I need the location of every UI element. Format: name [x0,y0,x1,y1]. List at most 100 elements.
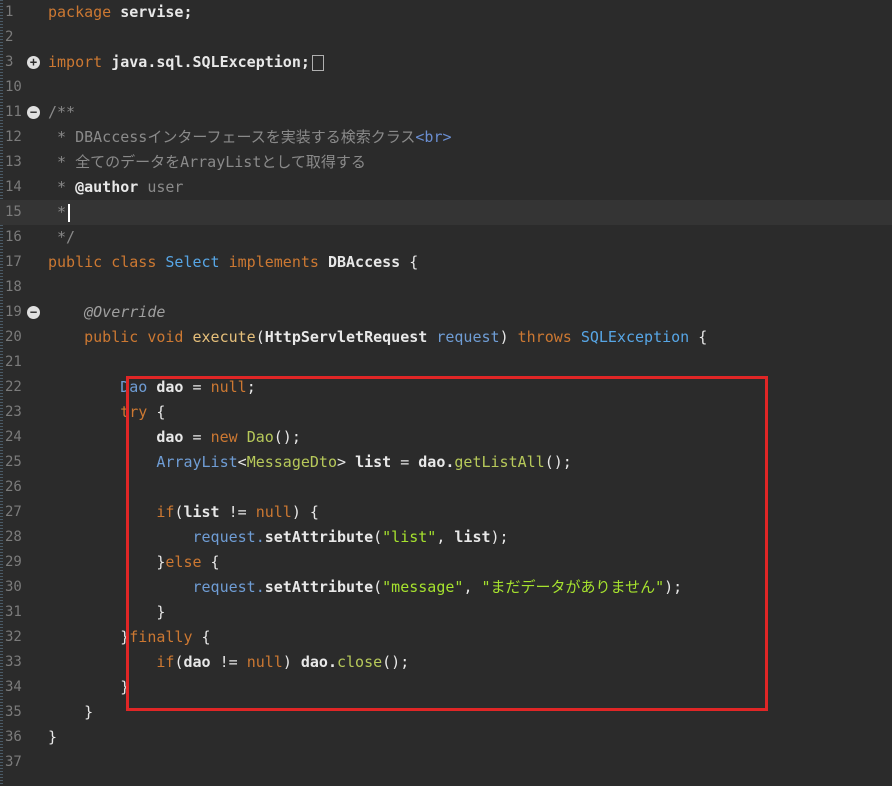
line-number: 27 [5,504,22,520]
code-token: = [183,378,211,396]
text-caret [68,203,71,222]
code-token: setAttribute [264,578,374,596]
code-token: ); [664,578,683,596]
code-line[interactable]: 18 [0,275,892,300]
code-token: if [156,503,175,521]
code-line[interactable]: 20 public void execute(HttpServletReques… [0,325,892,350]
code-line[interactable]: 21 [0,350,892,375]
code-editor[interactable]: 1 package servise; 2 3 + import java.sql.SQLE… [0,0,892,786]
code-token: close [337,653,383,671]
code-line[interactable]: 26 [0,475,892,500]
code-line[interactable]: 17 public class Select implements DBAcces… [0,250,892,275]
code-token: < [237,453,247,471]
line-number: 15 [5,204,22,220]
code-text: } [48,600,165,625]
code-token: dao. [300,653,337,671]
code-text: dao = new Dao(); [48,425,301,450]
code-token: (); [544,453,572,471]
code-line[interactable]: 29 }else { [0,550,892,575]
code-line[interactable]: 22 Dao dao = null; [0,375,892,400]
code-line[interactable]: 36} [0,725,892,750]
line-number: 12 [5,129,22,145]
code-line[interactable]: 15 * [0,200,892,225]
code-token: != [210,653,247,671]
code-token: } [48,553,166,571]
code-token: = [183,428,211,446]
code-token: != [219,503,256,521]
line-gutter: 37 [0,750,44,775]
code-token: ( [373,578,383,596]
code-token: * [48,203,67,221]
code-token: request. [192,528,265,546]
code-text: }else { [48,550,219,575]
code-text: public class Select implements DBAccess … [48,250,418,275]
code-line[interactable]: 37 [0,750,892,775]
line-gutter: 34 [0,675,44,700]
code-line[interactable]: 33 if(dao != null) dao.close(); [0,650,892,675]
code-line[interactable]: 30 request.setAttribute("message", "まだデー… [0,575,892,600]
folded-box-icon[interactable] [311,54,324,71]
code-line[interactable]: 3 + import java.sql.SQLException; [0,50,892,75]
line-number: 13 [5,154,22,170]
code-line[interactable]: 11−/** [0,100,892,125]
line-number: 22 [5,379,22,395]
code-line[interactable]: 35 } [0,700,892,725]
line-gutter: 18 [0,275,44,300]
minus-circle-icon[interactable]: − [27,106,40,119]
code-line[interactable]: 25 ArrayList<MessageDto> list = dao.getL… [0,450,892,475]
code-line[interactable]: 28 request.setAttribute("list", list); [0,525,892,550]
line-gutter: 27 [0,500,44,525]
code-text: request.setAttribute("message", "まだデータがあ… [48,575,683,600]
code-line[interactable]: 23 try { [0,400,892,425]
line-number: 32 [5,629,22,645]
code-text: * [48,200,71,225]
code-text: request.setAttribute("list", list); [48,525,509,550]
code-token: Dao [246,428,274,446]
line-gutter: 16 [0,225,44,250]
code-token: Select [165,253,229,271]
minus-circle-icon[interactable]: − [27,306,40,319]
code-token: */ [48,228,76,246]
code-token: finally [129,628,193,646]
code-token: null [255,503,292,521]
line-number: 29 [5,554,22,570]
plus-circle-icon[interactable]: + [27,56,40,69]
code-token: try [120,403,148,421]
code-token: dao [156,378,184,396]
code-line[interactable]: 16 */ [0,225,892,250]
line-gutter: 22 [0,375,44,400]
code-token: public void [48,328,193,346]
line-gutter: 13 [0,150,44,175]
code-token: (); [382,653,410,671]
code-token: request. [192,578,265,596]
code-line[interactable]: 2 [0,25,892,50]
code-token: } [48,678,130,696]
code-text: } [48,675,129,700]
code-line[interactable]: 34 } [0,675,892,700]
code-token: /** [48,103,76,121]
code-line[interactable]: 13 * 全てのデータをArrayListとして取得する [0,150,892,175]
line-gutter: 28 [0,525,44,550]
code-line[interactable]: 1 package servise; [0,0,892,25]
code-line[interactable]: 24 dao = new Dao(); [0,425,892,450]
line-gutter: 15 [0,200,44,225]
code-line[interactable]: 12 * DBAccessインターフェースを実装する検索クラス<br> [0,125,892,150]
code-token: getListAll [454,453,545,471]
code-line[interactable]: 31 } [0,600,892,625]
line-number: 30 [5,579,22,595]
code-token: setAttribute [264,528,374,546]
code-line[interactable]: 14 * @author user [0,175,892,200]
code-line[interactable]: 27 if(list != null) { [0,500,892,525]
code-text: * DBAccessインターフェースを実装する検索クラス<br> [48,125,452,150]
code-token: import [48,53,112,71]
code-line[interactable]: 10 [0,75,892,100]
code-token: ; [246,378,256,396]
code-token: { [147,403,166,421]
code-line[interactable]: 32 }finally { [0,625,892,650]
code-token: DBAccess [327,253,401,271]
code-line[interactable]: 19− @Override [0,300,892,325]
line-gutter: 19− [0,300,44,325]
code-token: Dao [120,378,157,396]
